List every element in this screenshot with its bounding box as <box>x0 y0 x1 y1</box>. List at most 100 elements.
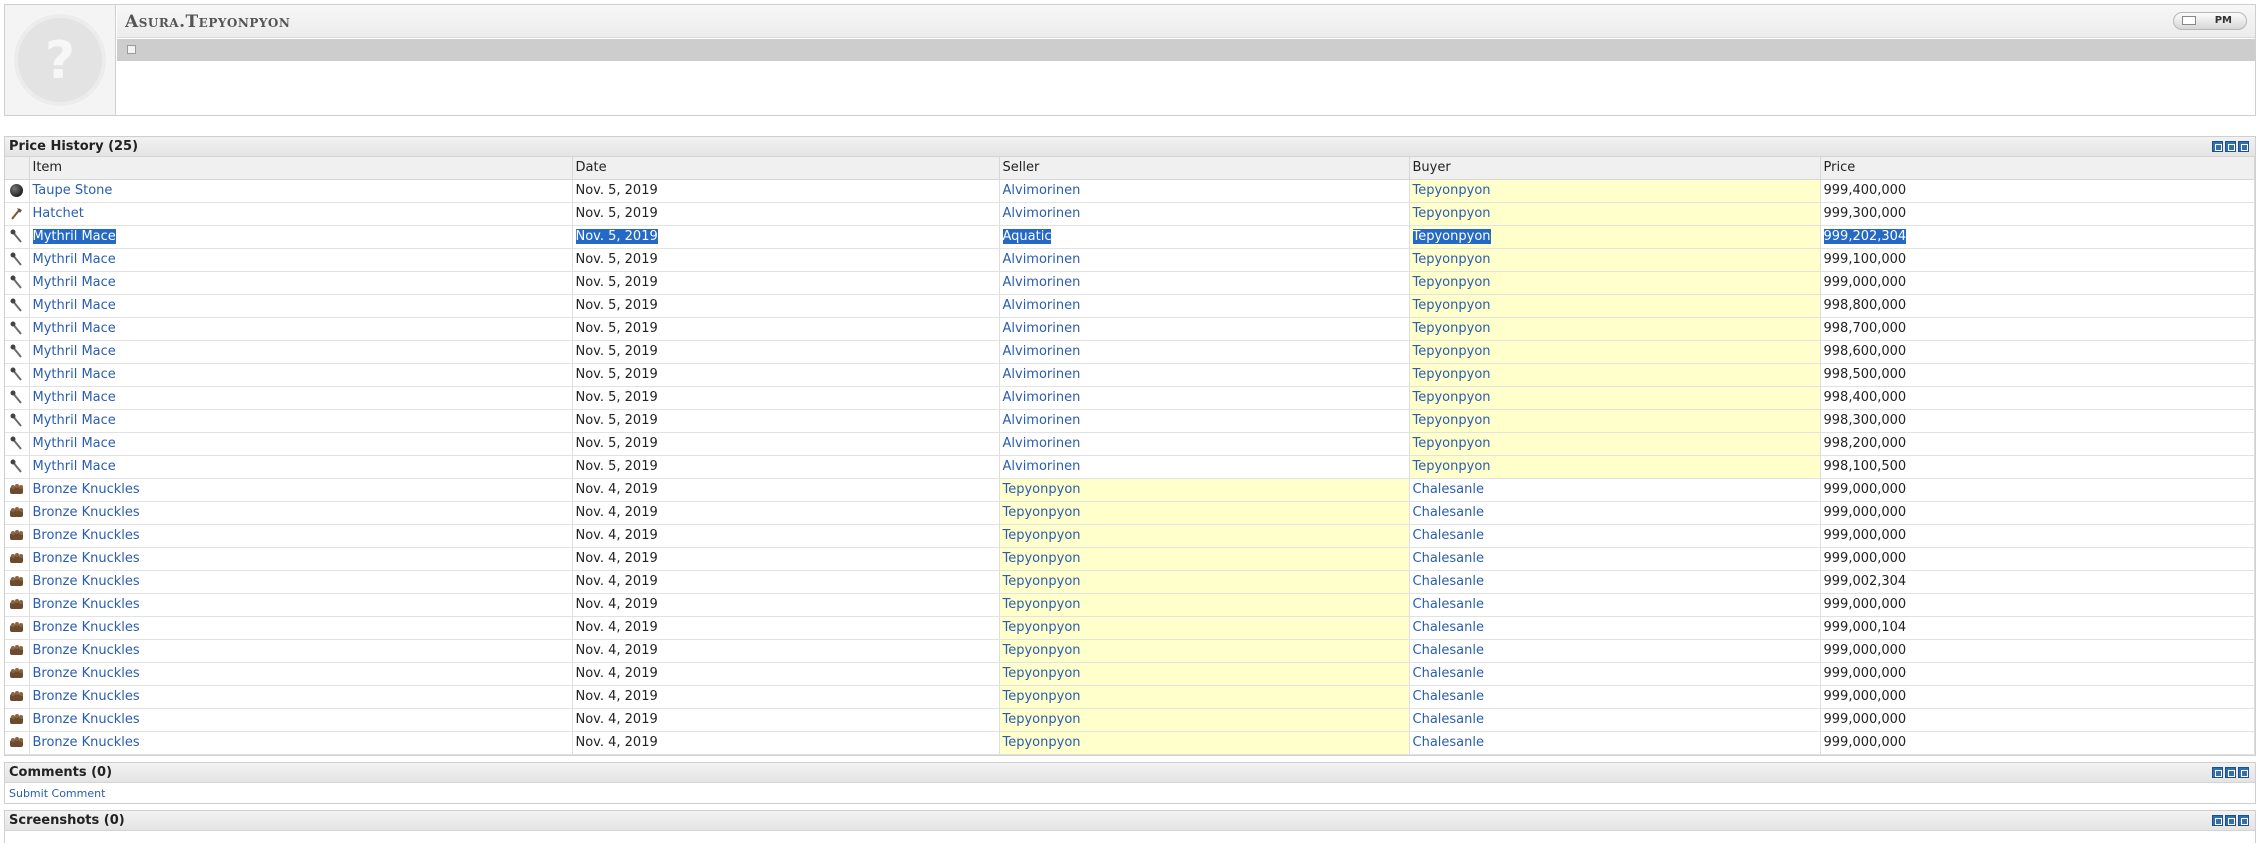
seller-link[interactable]: Tepyonpyon <box>1003 505 1081 520</box>
item-link[interactable]: Bronze Knuckles <box>33 689 140 704</box>
item-link[interactable]: Mythril Mace <box>33 321 116 336</box>
edit-icon[interactable] <box>2225 141 2236 152</box>
seller-link[interactable]: Tepyonpyon <box>1003 735 1081 750</box>
buyer-link[interactable]: Chalesanle <box>1413 620 1484 635</box>
buyer-link[interactable]: Chalesanle <box>1413 505 1484 520</box>
minimize-icon[interactable] <box>2212 815 2223 826</box>
item-link[interactable]: Mythril Mace <box>33 344 116 359</box>
seller-link[interactable]: Alvimorinen <box>1003 367 1081 382</box>
item-link[interactable]: Bronze Knuckles <box>33 620 140 635</box>
buyer-link[interactable]: Chalesanle <box>1413 666 1484 681</box>
buyer-link[interactable]: Chalesanle <box>1413 597 1484 612</box>
item-link[interactable]: Bronze Knuckles <box>33 551 140 566</box>
edit-icon[interactable] <box>2225 815 2236 826</box>
minimize-icon[interactable] <box>2212 141 2223 152</box>
seller-link[interactable]: Alvimorinen <box>1003 436 1081 451</box>
edit-icon[interactable] <box>2225 767 2236 778</box>
item-link[interactable]: Mythril Mace <box>32 229 116 244</box>
seller-link[interactable]: Alvimorinen <box>1003 298 1081 313</box>
buyer-link[interactable]: Tepyonpyon <box>1413 344 1491 359</box>
buyer-link[interactable]: Chalesanle <box>1413 689 1484 704</box>
item-link[interactable]: Bronze Knuckles <box>33 712 140 727</box>
item-cell: Mythril Mace <box>29 363 573 387</box>
seller-link[interactable]: Tepyonpyon <box>1003 620 1081 635</box>
buyer-link[interactable]: Tepyonpyon <box>1413 206 1491 221</box>
buyer-link[interactable]: Tepyonpyon <box>1413 436 1491 451</box>
buyer-link[interactable]: Chalesanle <box>1413 528 1484 543</box>
column-header-item[interactable]: Item <box>29 157 573 180</box>
submit-comment-link[interactable]: Submit Comment <box>9 787 105 800</box>
buyer-link[interactable]: Tepyonpyon <box>1413 390 1491 405</box>
seller-link[interactable]: Aquatic <box>1002 229 1052 244</box>
item-link[interactable]: Mythril Mace <box>33 275 116 290</box>
column-header-price[interactable]: Price <box>1820 157 2255 180</box>
buyer-link[interactable]: Chalesanle <box>1413 482 1484 497</box>
item-icon-cell <box>5 570 30 594</box>
item-link[interactable]: Bronze Knuckles <box>33 735 140 750</box>
buyer-link[interactable]: Tepyonpyon <box>1413 367 1491 382</box>
table-row: Bronze Knuckles Nov. 4, 2019 Tepyonpyon Cha… <box>5 547 2255 571</box>
item-link[interactable]: Mythril Mace <box>33 436 116 451</box>
buyer-link[interactable]: Chalesanle <box>1413 574 1484 589</box>
column-header-buyer[interactable]: Buyer <box>1409 157 1821 180</box>
price-text: 998,300,000 <box>1823 413 1907 428</box>
seller-link[interactable]: Tepyonpyon <box>1003 689 1081 704</box>
buyer-link[interactable]: Tepyonpyon <box>1413 459 1491 474</box>
buyer-link[interactable]: Chalesanle <box>1413 735 1484 750</box>
seller-link[interactable]: Tepyonpyon <box>1003 597 1081 612</box>
item-link[interactable]: Taupe Stone <box>33 183 113 198</box>
seller-link[interactable]: Tepyonpyon <box>1003 666 1081 681</box>
item-link[interactable]: Bronze Knuckles <box>33 666 140 681</box>
item-icon-cell <box>5 593 30 617</box>
item-link[interactable]: Mythril Mace <box>33 390 116 405</box>
item-link[interactable]: Mythril Mace <box>33 459 116 474</box>
buyer-link[interactable]: Tepyonpyon <box>1412 229 1491 244</box>
seller-link[interactable]: Alvimorinen <box>1003 252 1081 267</box>
seller-link[interactable]: Alvimorinen <box>1003 459 1081 474</box>
seller-link[interactable]: Tepyonpyon <box>1003 528 1081 543</box>
seller-link[interactable]: Tepyonpyon <box>1003 574 1081 589</box>
seller-link[interactable]: Alvimorinen <box>1003 344 1081 359</box>
column-header-date[interactable]: Date <box>572 157 1000 180</box>
item-link[interactable]: Bronze Knuckles <box>33 505 140 520</box>
seller-link[interactable]: Alvimorinen <box>1003 390 1081 405</box>
pm-button[interactable]: PM <box>2173 12 2247 30</box>
seller-link[interactable]: Tepyonpyon <box>1003 712 1081 727</box>
item-link[interactable]: Bronze Knuckles <box>33 482 140 497</box>
buyer-link[interactable]: Tepyonpyon <box>1413 321 1491 336</box>
item-link[interactable]: Mythril Mace <box>33 252 116 267</box>
item-link[interactable]: Mythril Mace <box>33 367 116 382</box>
seller-link[interactable]: Alvimorinen <box>1003 206 1081 221</box>
item-link[interactable]: Bronze Knuckles <box>33 574 140 589</box>
seller-link[interactable]: Alvimorinen <box>1003 321 1081 336</box>
seller-link[interactable]: Alvimorinen <box>1003 413 1081 428</box>
seller-link[interactable]: Alvimorinen <box>1003 183 1081 198</box>
item-link[interactable]: Mythril Mace <box>33 413 116 428</box>
item-link[interactable]: Bronze Knuckles <box>33 528 140 543</box>
buyer-link[interactable]: Tepyonpyon <box>1413 183 1491 198</box>
buyer-link[interactable]: Tepyonpyon <box>1413 298 1491 313</box>
column-header-seller[interactable]: Seller <box>999 157 1410 180</box>
maximize-icon[interactable] <box>2238 815 2249 826</box>
minimize-icon[interactable] <box>2212 767 2223 778</box>
maximize-icon[interactable] <box>2238 141 2249 152</box>
date-text: Nov. 4, 2019 <box>575 735 658 750</box>
item-link[interactable]: Bronze Knuckles <box>33 597 140 612</box>
seller-link[interactable]: Alvimorinen <box>1003 275 1081 290</box>
item-link[interactable]: Bronze Knuckles <box>33 643 140 658</box>
buyer-link[interactable]: Tepyonpyon <box>1413 275 1491 290</box>
seller-link[interactable]: Tepyonpyon <box>1003 482 1081 497</box>
buyer-link[interactable]: Chalesanle <box>1413 712 1484 727</box>
buyer-link[interactable]: Tepyonpyon <box>1413 413 1491 428</box>
info-icon[interactable] <box>127 45 136 54</box>
buyer-link[interactable]: Chalesanle <box>1413 551 1484 566</box>
seller-link[interactable]: Tepyonpyon <box>1003 551 1081 566</box>
seller-link[interactable]: Tepyonpyon <box>1003 643 1081 658</box>
item-link[interactable]: Mythril Mace <box>33 298 116 313</box>
buyer-link[interactable]: Chalesanle <box>1413 643 1484 658</box>
maximize-icon[interactable] <box>2238 767 2249 778</box>
item-link[interactable]: Hatchet <box>33 206 84 221</box>
buyer-link[interactable]: Tepyonpyon <box>1413 252 1491 267</box>
price-cell: 999,400,000 <box>1820 179 2255 203</box>
mace-icon <box>9 275 24 290</box>
